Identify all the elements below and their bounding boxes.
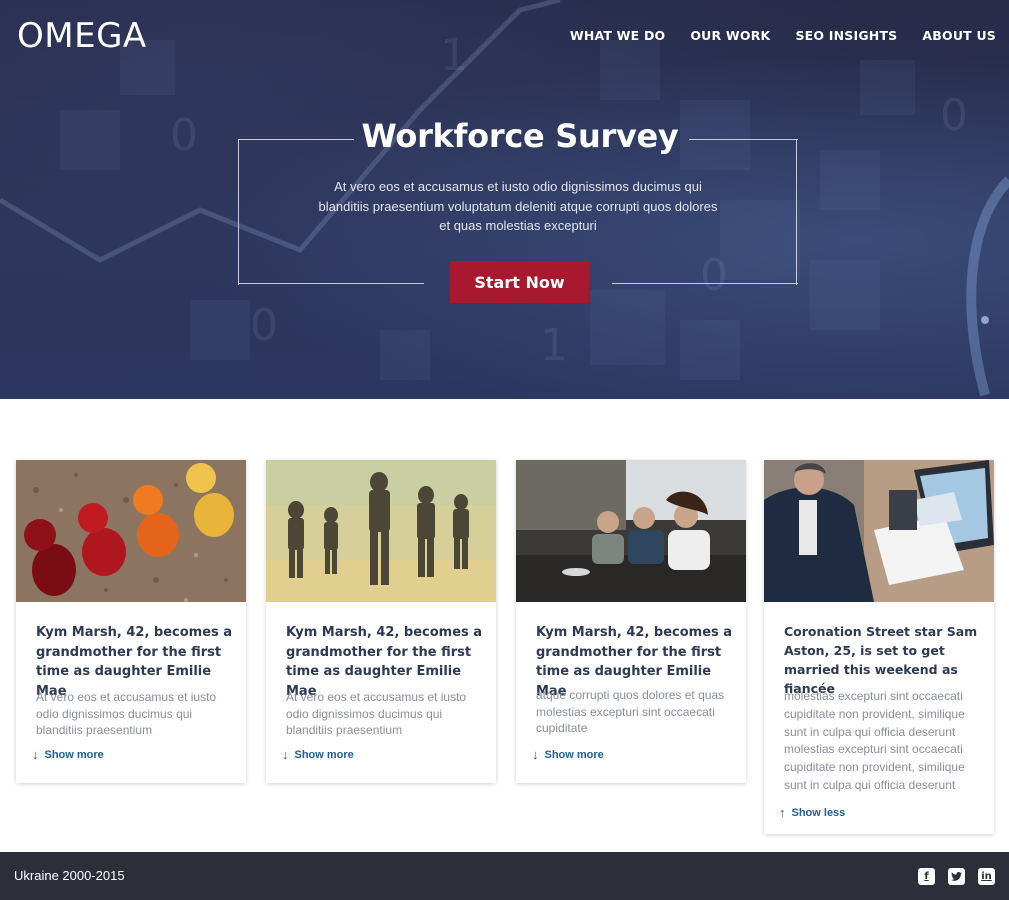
hero-frame-line [238, 139, 239, 285]
documents-illustration [764, 460, 994, 602]
svg-text:0: 0 [170, 110, 198, 161]
hero-section: 1 0 0 1 0 0 OMEGA WHAT WE DO OUR WORK SE… [0, 0, 1009, 399]
show-less-label: Show less [791, 806, 846, 819]
svg-text:0: 0 [250, 300, 278, 351]
footer-copyright: Ukraine 2000-2015 [14, 868, 125, 883]
svg-text:1: 1 [540, 320, 568, 371]
arrow-up-icon: ↑ [779, 805, 786, 820]
hero-frame-line [796, 139, 797, 285]
hero-frame-line [238, 139, 354, 140]
show-more-label: Show more [544, 748, 604, 761]
card-title[interactable]: Coronation Street star Sam Aston, 25, is… [784, 622, 984, 698]
facebook-icon[interactable]: f [918, 868, 935, 885]
svg-text:0: 0 [700, 250, 728, 301]
pawns-illustration [16, 460, 246, 602]
arrow-down-icon: ↓ [32, 747, 39, 762]
article-card: Kym Marsh, 42, becomes a grandmother for… [16, 460, 246, 783]
article-card: Kym Marsh, 42, becomes a grandmother for… [266, 460, 496, 783]
social-links: f in [918, 868, 995, 885]
article-card-expanded: Coronation Street star Sam Aston, 25, is… [764, 460, 994, 834]
svg-text:1: 1 [440, 30, 468, 81]
hero-frame-line [612, 283, 798, 284]
nav-link-seo-insights[interactable]: SEO INSIGHTS [795, 28, 897, 43]
hero-description: At vero eos et accusamus et iusto odio d… [318, 179, 718, 233]
svg-text:0: 0 [940, 90, 968, 141]
arrow-down-icon: ↓ [532, 747, 539, 762]
show-less-link[interactable]: ↑ Show less [779, 806, 845, 819]
nav-link-about-us[interactable]: ABOUT US [922, 28, 996, 43]
nav-link-what-we-do[interactable]: WHAT WE DO [570, 28, 666, 43]
show-more-link[interactable]: ↓ Show more [282, 748, 354, 761]
article-card: Kym Marsh, 42, becomes a grandmother for… [516, 460, 746, 783]
card-image-documents[interactable] [764, 460, 994, 602]
twitter-icon[interactable] [948, 868, 965, 885]
card-image-pawns[interactable] [16, 460, 246, 602]
hero-frame-line [689, 139, 798, 140]
footer: Ukraine 2000-2015 f in [0, 852, 1009, 900]
card-excerpt: At vero eos et accusamus et iusto odio d… [36, 690, 217, 737]
soldiers-illustration [266, 460, 496, 602]
nav-link-our-work[interactable]: OUR WORK [690, 28, 770, 43]
show-more-label: Show more [294, 748, 354, 761]
logo[interactable]: OMEGA [17, 16, 147, 56]
arrow-down-icon: ↓ [282, 747, 289, 762]
start-now-button[interactable]: Start Now [450, 261, 589, 303]
card-image-soldiers[interactable] [266, 460, 496, 602]
card-excerpt: At vero eos et accusamus et iusto odio d… [286, 690, 467, 737]
card-excerpt: molestias excepturi sint occaecati cupid… [784, 689, 965, 792]
card-excerpt: atque corrupti quos dolores et quas mole… [536, 688, 725, 735]
hero-frame-line [238, 283, 424, 284]
main-nav: WHAT WE DO OUR WORK SEO INSIGHTS ABOUT U… [570, 28, 996, 43]
show-more-link[interactable]: ↓ Show more [532, 748, 604, 761]
hero-title: Workforce Survey [361, 117, 679, 155]
show-more-label: Show more [44, 748, 104, 761]
show-more-link[interactable]: ↓ Show more [32, 748, 104, 761]
card-image-office-meeting[interactable] [516, 460, 746, 602]
office-meeting-illustration [516, 460, 746, 602]
linkedin-icon[interactable]: in [978, 868, 995, 885]
